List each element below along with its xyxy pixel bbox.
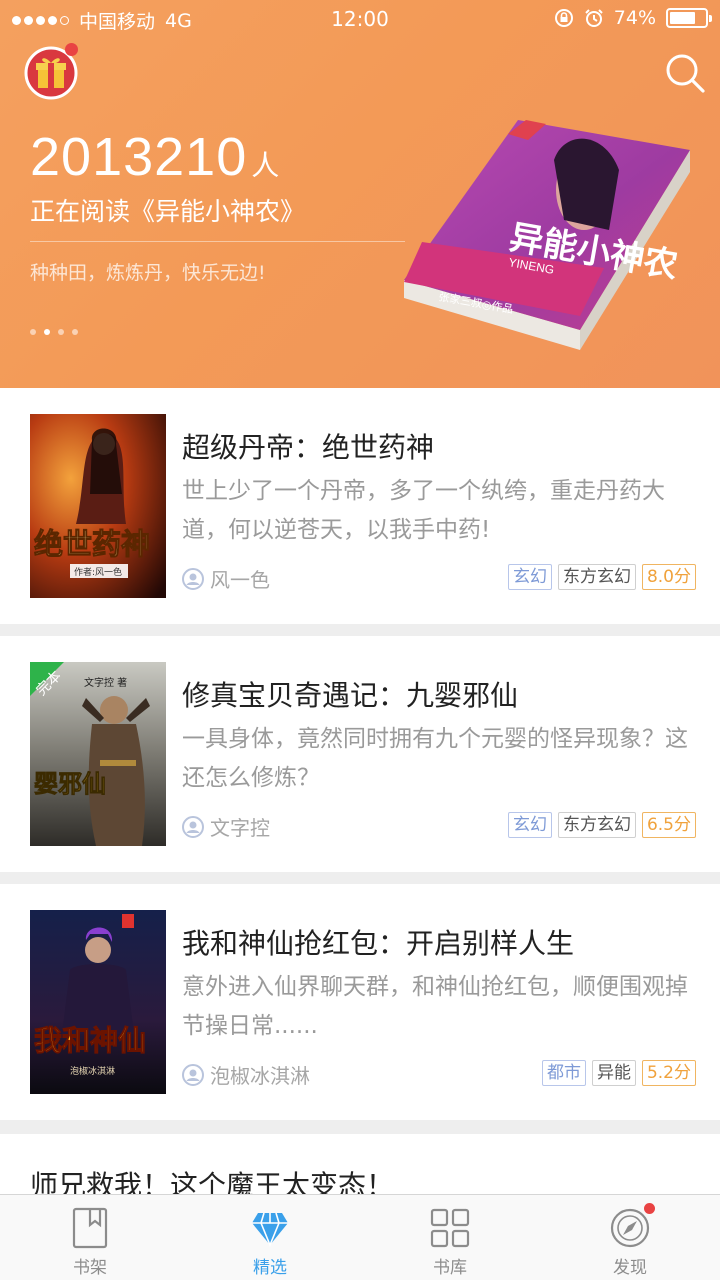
notification-dot [65, 43, 78, 56]
book-author-name: 风一色 [210, 568, 270, 592]
book-cover-title: 绝世药神 [34, 527, 150, 561]
carousel-dot [72, 329, 78, 335]
score-badge: 8.0分 [641, 564, 696, 590]
featured-banner[interactable]: 中国移动 4G 12:00 74% 2013210 人 正在阅读《异能小神农》 … [0, 0, 720, 388]
book-tags: 都市 异能 5.2分 [541, 1060, 696, 1086]
book-item[interactable]: 完本 文字控 著 婴邪仙 修真宝贝奇遇记：九婴邪仙 一具身体，竟然同时拥有九个元… [0, 636, 720, 872]
score-badge: 5.2分 [641, 1060, 696, 1086]
status-bar: 中国移动 4G 12:00 74% [0, 0, 720, 38]
book-item[interactable]: 绝世药神 作者:风一色 超级丹帝：绝世药神 世上少了一个丹帝，多了一个纨绔，重走… [0, 388, 720, 624]
book-item[interactable]: 我和神仙 泡椒冰淇淋 我和神仙抢红包：开启别样人生 意外进入仙界聊天群，和神仙抢… [0, 884, 720, 1120]
book-description: 世上少了一个丹帝，多了一个纨绔，重走丹药大道，何以逆苍天，以我手中药! [182, 478, 665, 543]
notification-dot [644, 1203, 655, 1214]
subgenre-tag[interactable]: 东方玄幻 [557, 812, 636, 838]
book-tags: 玄幻 东方玄幻 6.5分 [507, 812, 696, 838]
battery-icon [666, 8, 712, 28]
diamond-icon [252, 1212, 288, 1248]
book-author: 泡椒冰淇淋 [182, 1060, 310, 1089]
book-author: 文字控 [182, 812, 270, 841]
book-title: 超级丹帝：绝世药神 [182, 431, 435, 464]
book-description: 一具身体，竟然同时拥有九个元婴的怪异现象？这还怎么修炼？ [182, 726, 688, 791]
genre-tag[interactable]: 玄幻 [507, 812, 552, 838]
carousel-dot [44, 329, 50, 335]
battery-percent: 74% [613, 7, 656, 29]
book-title: 我和神仙抢红包：开启别样人生 [182, 927, 575, 960]
app-screen: 中国移动 4G 12:00 74% 2013210 人 正在阅读《异能小神农》 … [0, 0, 720, 1280]
reader-count-number: 2013210 [30, 127, 248, 187]
book-cover: 我和神仙 泡椒冰淇淋 [30, 910, 166, 1094]
book-author-name: 文字控 [210, 816, 270, 840]
subgenre-tag[interactable]: 东方玄幻 [557, 564, 636, 590]
tab-label: 发现 [613, 1258, 647, 1278]
book-cover-title: 我和神仙 [34, 1024, 146, 1057]
book-item[interactable]: 师兄救我！这个魔王太变态！ [0, 1134, 720, 1202]
book-cover-title: 婴邪仙 [34, 769, 106, 798]
reading-book-text[interactable]: 正在阅读《异能小神农》 [30, 192, 305, 228]
search-icon[interactable] [664, 52, 706, 94]
tab-label: 精选 [253, 1258, 287, 1278]
genre-tag[interactable]: 都市 [541, 1060, 586, 1086]
tab-discover[interactable]: 发现 [540, 1195, 720, 1280]
tab-bookshelf[interactable]: 书架 [0, 1195, 180, 1280]
book-cover-author: 作者:风一色 [74, 566, 122, 578]
user-icon [182, 567, 204, 590]
tab-label: 书架 [73, 1258, 107, 1278]
carousel-dot [58, 329, 64, 335]
rotation-lock-icon [554, 9, 573, 27]
book-author: 风一色 [182, 564, 270, 593]
carousel-dot [30, 329, 36, 335]
book-cover-author: 文字控 著 [84, 676, 127, 689]
book-cover: 完本 文字控 著 婴邪仙 [30, 662, 166, 846]
book-cover-author: 泡椒冰淇淋 [70, 1065, 115, 1077]
tab-library[interactable]: 书库 [360, 1195, 540, 1280]
tab-bar: 书架 精选 书库 发现 [0, 1194, 720, 1280]
subgenre-tag[interactable]: 异能 [591, 1060, 636, 1086]
bookmark-icon [72, 1207, 108, 1249]
score-badge: 6.5分 [641, 812, 696, 838]
gift-button[interactable] [24, 43, 78, 100]
genre-tag[interactable]: 玄幻 [507, 564, 552, 590]
book-description: 意外进入仙界聊天群，和神仙抢红包，顺便围观掉节操日常...... [182, 974, 688, 1039]
divider [30, 241, 405, 242]
reader-count-unit: 人 [251, 150, 281, 181]
book-title: 修真宝贝奇遇记：九婴邪仙 [182, 679, 519, 712]
user-icon [182, 815, 204, 838]
battery-level [670, 12, 696, 24]
reader-count: 2013210 人 [30, 126, 280, 188]
alarm-icon [585, 9, 603, 27]
tab-featured[interactable]: 精选 [180, 1195, 360, 1280]
book-author-name: 泡椒冰淇淋 [210, 1064, 310, 1088]
book-tags: 玄幻 东方玄幻 8.0分 [507, 564, 696, 590]
banner-slogan: 种种田，炼炼丹，快乐无边! [30, 262, 266, 284]
carousel-indicator [30, 329, 78, 335]
book-cover: 绝世药神 作者:风一色 [30, 414, 166, 598]
grid-icon [430, 1208, 470, 1248]
featured-book-cover[interactable]: 异能小神农 YINENG 张家三叔◎作品 [404, 120, 694, 350]
compass-icon [610, 1208, 650, 1248]
user-icon [182, 1063, 204, 1086]
tab-label: 书库 [433, 1258, 467, 1278]
